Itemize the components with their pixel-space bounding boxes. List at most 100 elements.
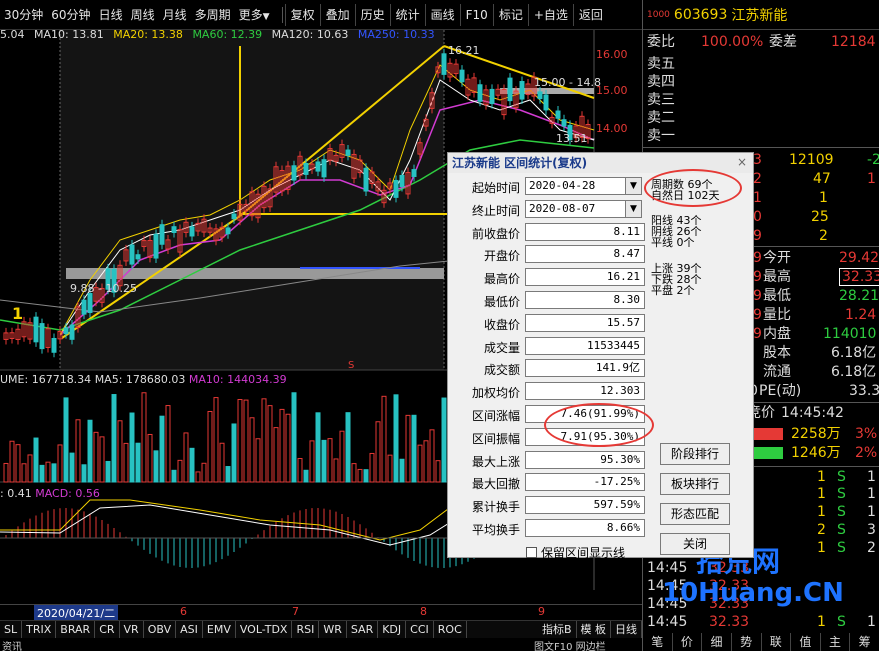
tab-sl[interactable]: SL — [0, 621, 23, 638]
ma250-value: MA250: 10.33 — [357, 28, 435, 41]
start-time-picker[interactable]: 2020-04-28 — [525, 177, 627, 195]
mark-button[interactable]: 标记 — [492, 3, 528, 26]
tab-vol-tdx[interactable]: VOL-TDX — [236, 621, 293, 638]
period-month[interactable]: 月线 — [159, 0, 191, 30]
news-tab[interactable]: 资讯 — [2, 638, 22, 651]
chevron-down-icon[interactable]: ▼ — [625, 177, 642, 195]
side-tab-trades[interactable]: 笔 — [643, 633, 673, 651]
history-button[interactable]: 历史 — [354, 3, 390, 26]
tab-emv[interactable]: EMV — [203, 621, 236, 638]
tab-brar[interactable]: BRAR — [56, 621, 96, 638]
divider — [281, 6, 283, 23]
watermark-en: 10Huang.CN — [662, 578, 844, 608]
tab-cci[interactable]: CCI — [406, 621, 434, 638]
trade-count: 2 — [867, 540, 876, 556]
tab-asi[interactable]: ASI — [176, 621, 203, 638]
volume-bar — [333, 458, 339, 483]
volume-bar — [201, 462, 207, 483]
cum-turnover-label: 累计换手 — [471, 500, 520, 515]
volume-bar — [189, 447, 195, 483]
volume-value: UME: 167718.34 — [0, 373, 92, 386]
avg-turnover-field: 8.66% — [525, 519, 645, 537]
end-time-picker[interactable]: 2020-08-07 — [525, 199, 627, 218]
close-button[interactable]: 关闭 — [660, 533, 730, 555]
quote-left-frag: 9 — [753, 269, 762, 285]
bid-price-frag: 3 — [753, 152, 762, 168]
period-multi[interactable]: 多周期 — [191, 0, 235, 30]
order-ratio-value: 100.00% — [701, 34, 764, 50]
back-button[interactable]: 返回 — [572, 3, 608, 26]
quote-label: 股本 — [763, 345, 791, 361]
pattern-match-button[interactable]: 形态匹配 — [660, 503, 730, 525]
side-tab-value[interactable]: 值 — [791, 633, 821, 651]
side-tab-main[interactable]: 主 — [821, 633, 851, 651]
volume-bar — [21, 463, 27, 483]
tab-kdj[interactable]: KDJ — [378, 621, 407, 638]
volume-bar — [273, 427, 279, 483]
quote-left-frag: 9 — [753, 326, 762, 342]
tab-template[interactable]: 模 板 — [577, 621, 611, 638]
close-icon[interactable]: × — [735, 155, 749, 169]
volume-bar — [69, 452, 75, 483]
side-tab-chips[interactable]: 筹 — [850, 633, 879, 651]
f10-button[interactable]: F10 — [459, 3, 493, 26]
fuquan-button[interactable]: 复权 — [284, 3, 320, 26]
trade-vol: 1 — [817, 504, 826, 520]
trade-side: S — [837, 504, 846, 520]
volume-bar — [3, 462, 9, 483]
add-favorite-button[interactable]: +自选 — [527, 3, 573, 26]
macd-value: MACD: 0.56 — [35, 487, 100, 500]
side-tab-detail[interactable]: 细 — [702, 633, 732, 651]
tick-vol: 1 — [817, 614, 826, 630]
tab-sar[interactable]: SAR — [347, 621, 379, 638]
tab-indicator-b[interactable]: 指标B — [538, 621, 577, 638]
sector-rank-button[interactable]: 板块排行 — [660, 473, 730, 495]
volume-bar — [291, 392, 297, 483]
volume-bar — [177, 459, 183, 483]
volume-bar — [33, 437, 39, 483]
volume-bar — [375, 421, 381, 483]
volume-bar — [93, 431, 99, 483]
tab-roc[interactable]: ROC — [434, 621, 467, 638]
tab-trix[interactable]: TRIX — [22, 621, 57, 638]
side-tab-price[interactable]: 价 — [673, 633, 703, 651]
tab-cr[interactable]: CR — [95, 621, 120, 638]
period-week[interactable]: 周线 — [127, 0, 159, 30]
stage-rank-button[interactable]: 阶段排行 — [660, 443, 730, 465]
side-tab-trend[interactable]: 势 — [732, 633, 762, 651]
overlay-button[interactable]: 叠加 — [319, 3, 355, 26]
volume-bar — [213, 397, 219, 483]
tab-wr[interactable]: WR — [319, 621, 347, 638]
trade-count: 1 — [867, 504, 876, 520]
flow-pct: 3% — [855, 426, 878, 442]
dropdown-icon: ▼ — [262, 11, 270, 22]
quote-value: 28.21 — [839, 288, 879, 304]
period-more[interactable]: 更多▼ — [235, 0, 274, 30]
high-price-label: 最高价 — [483, 272, 520, 287]
f10-sidebar-tab[interactable]: 图文F10 网边栏 — [534, 638, 606, 651]
volume-bar — [327, 438, 333, 483]
period-30min[interactable]: 30分钟 — [0, 0, 47, 30]
volume-bar — [249, 417, 255, 483]
bid-volume: 47 — [813, 171, 831, 187]
date-tick: 9 — [538, 605, 545, 618]
tab-obv[interactable]: OBV — [144, 621, 177, 638]
period-60min[interactable]: 60分钟 — [47, 0, 94, 30]
period-day[interactable]: 日线 — [95, 0, 127, 30]
vwap-field: 12.303 — [525, 382, 645, 401]
ma5-value: 5.04 — [0, 28, 25, 41]
volume-bar — [387, 454, 393, 483]
chevron-down-icon[interactable]: ▼ — [625, 199, 642, 218]
stock-header: 1000 603693 江苏新能 — [643, 0, 879, 30]
macd-legend: : 0.41 MACD: 0.56 — [0, 487, 100, 500]
tab-daily[interactable]: 日线 — [611, 621, 642, 638]
checkbox-box[interactable] — [526, 547, 537, 558]
volume-bar — [195, 471, 201, 483]
tab-rsi[interactable]: RSI — [292, 621, 320, 638]
keep-range-checkbox[interactable]: 保留区间显示线 — [526, 544, 625, 561]
side-tab-related[interactable]: 联 — [762, 633, 792, 651]
draw-line-button[interactable]: 画线 — [424, 3, 460, 26]
stats-button[interactable]: 统计 — [389, 3, 425, 26]
tab-vr[interactable]: VR — [120, 621, 144, 638]
quote-label: 今开 — [763, 250, 791, 266]
